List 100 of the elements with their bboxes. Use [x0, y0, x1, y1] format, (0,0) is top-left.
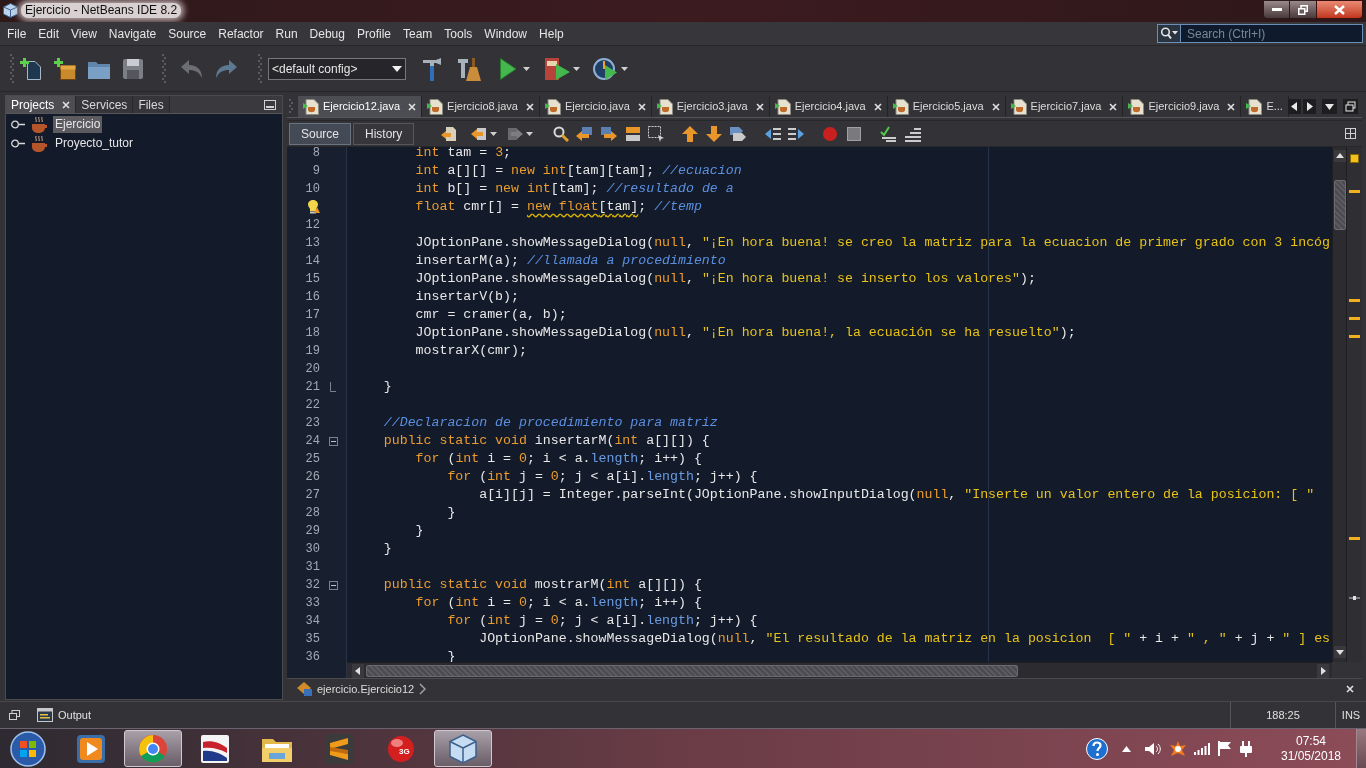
close-icon[interactable]: [525, 102, 534, 111]
caret-icon[interactable]: [490, 131, 498, 136]
line-marker-icon[interactable]: [1349, 596, 1360, 600]
stop-icon[interactable]: [846, 125, 863, 142]
menu-item[interactable]: File: [1, 24, 33, 43]
menu-item[interactable]: View: [65, 24, 103, 43]
lightbulb-warning-icon[interactable]: [308, 200, 320, 214]
menu-item[interactable]: Help: [533, 24, 570, 43]
arrow-box-left-icon[interactable]: [576, 125, 593, 142]
caret-down-icon[interactable]: [1322, 99, 1337, 114]
arrow-right-icon[interactable]: [1317, 663, 1329, 678]
output-tab[interactable]: Output: [37, 706, 92, 724]
config-dropdown[interactable]: <default config>: [268, 57, 406, 80]
signal-bars-icon[interactable]: [1194, 742, 1210, 755]
stacked-bars-icon[interactable]: [625, 125, 642, 142]
power-plug-icon[interactable]: [1240, 740, 1252, 757]
document-play-icon[interactable]: [544, 56, 570, 81]
arrow-left-icon[interactable]: [1288, 99, 1301, 114]
menu-item[interactable]: Refactor: [212, 24, 270, 43]
arrow-down-icon[interactable]: [706, 125, 723, 142]
editor-tab[interactable]: Ejercicio12.java: [298, 96, 423, 117]
document-arrow-icon[interactable]: [441, 125, 458, 142]
vertical-scrollbar[interactable]: [1332, 147, 1346, 662]
menu-item[interactable]: Debug: [303, 24, 351, 43]
bar-lines-icon[interactable]: [905, 125, 922, 142]
close-icon[interactable]: [408, 102, 417, 111]
menu-item[interactable]: Source: [162, 24, 213, 43]
arrow-up-icon[interactable]: [1333, 150, 1346, 162]
chevron-up-icon[interactable]: [1122, 745, 1131, 752]
minimize-button[interactable]: [1263, 0, 1290, 19]
arrow-up-icon[interactable]: [682, 125, 699, 142]
split-icon[interactable]: [1345, 128, 1356, 139]
new-file-icon[interactable]: [20, 57, 42, 80]
arrow-left-icon[interactable]: [352, 663, 364, 678]
close-icon[interactable]: [873, 102, 882, 111]
hammer-icon[interactable]: [422, 56, 442, 81]
taskbar-app[interactable]: 3G: [372, 730, 430, 767]
caret-icon[interactable]: [526, 131, 534, 136]
menu-item[interactable]: Navigate: [102, 24, 163, 43]
close-button[interactable]: [1316, 0, 1363, 19]
panel-tab[interactable]: Files: [133, 96, 170, 113]
arrow-down-icon[interactable]: [1333, 646, 1346, 658]
error-stripe[interactable]: [1346, 147, 1362, 662]
close-icon[interactable]: [1227, 102, 1236, 111]
panel-tab[interactable]: Services: [76, 96, 134, 113]
arrow-box-right-icon[interactable]: [601, 125, 618, 142]
breadcrumb-item[interactable]: ejercicio.Ejercicio12: [317, 680, 415, 698]
grip-icon[interactable]: [10, 53, 14, 84]
start-button[interactable]: [8, 729, 48, 768]
minimize-icon[interactable]: [264, 99, 276, 110]
grip-icon[interactable]: [258, 53, 262, 84]
menu-item[interactable]: Team: [397, 24, 439, 43]
maximize-button[interactable]: [1290, 0, 1316, 19]
fold-collapse-icon[interactable]: [328, 436, 338, 446]
tree-item[interactable]: Proyecto_tutor: [53, 135, 136, 152]
tree-handle-icon[interactable]: [11, 139, 25, 148]
new-project-icon[interactable]: [54, 57, 76, 80]
fold-collapse-icon[interactable]: [328, 580, 338, 590]
shift-left-icon[interactable]: [765, 125, 782, 142]
play-icon[interactable]: [499, 56, 517, 81]
search-icon[interactable]: [1157, 24, 1181, 43]
arrow-shapes-icon[interactable]: [730, 125, 747, 142]
horizontal-scrollbar[interactable]: [347, 662, 1332, 678]
close-icon[interactable]: [1109, 102, 1118, 111]
caret-icon[interactable]: [621, 66, 628, 71]
check-lines-icon[interactable]: [880, 125, 897, 142]
caret-icon[interactable]: [523, 66, 530, 71]
close-icon[interactable]: [755, 102, 764, 111]
hammer-broom-icon[interactable]: [457, 56, 481, 81]
search-icon[interactable]: [553, 125, 570, 142]
panel-tab[interactable]: Projects: [6, 96, 77, 113]
star-burst-icon[interactable]: [1170, 740, 1186, 757]
shift-right-icon[interactable]: [788, 125, 805, 142]
arrow-right-icon[interactable]: [1303, 99, 1316, 114]
close-icon[interactable]: [62, 100, 71, 109]
help-icon[interactable]: [1086, 737, 1108, 760]
gauge-icon[interactable]: [593, 56, 617, 81]
tree-handle-icon[interactable]: [11, 120, 25, 129]
save-icon[interactable]: [122, 57, 144, 80]
menu-item[interactable]: Run: [269, 24, 304, 43]
view-tab[interactable]: History: [353, 122, 415, 145]
grip-icon[interactable]: [289, 99, 293, 114]
speaker-icon[interactable]: [1145, 741, 1161, 756]
close-icon[interactable]: [1346, 685, 1354, 693]
code-editor[interactable]: [347, 147, 1332, 662]
tree-item[interactable]: Ejercicio: [53, 116, 103, 133]
menu-item[interactable]: Tools: [438, 24, 479, 43]
scrollbar-thumb[interactable]: [366, 664, 1018, 677]
scrollbar-thumb[interactable]: [1333, 180, 1346, 230]
view-tab[interactable]: Source: [289, 122, 352, 145]
flag-icon[interactable]: [1218, 741, 1232, 756]
menu-item[interactable]: Profile: [351, 24, 397, 43]
caret-icon[interactable]: [573, 66, 580, 71]
redo-icon[interactable]: [216, 58, 238, 79]
grip-icon[interactable]: [162, 53, 166, 84]
menu-item[interactable]: Edit: [32, 24, 66, 43]
close-icon[interactable]: [637, 102, 646, 111]
undo-icon[interactable]: [180, 58, 202, 79]
dashed-rectangle-icon[interactable]: [648, 125, 665, 142]
menu-item[interactable]: Window: [478, 24, 534, 43]
